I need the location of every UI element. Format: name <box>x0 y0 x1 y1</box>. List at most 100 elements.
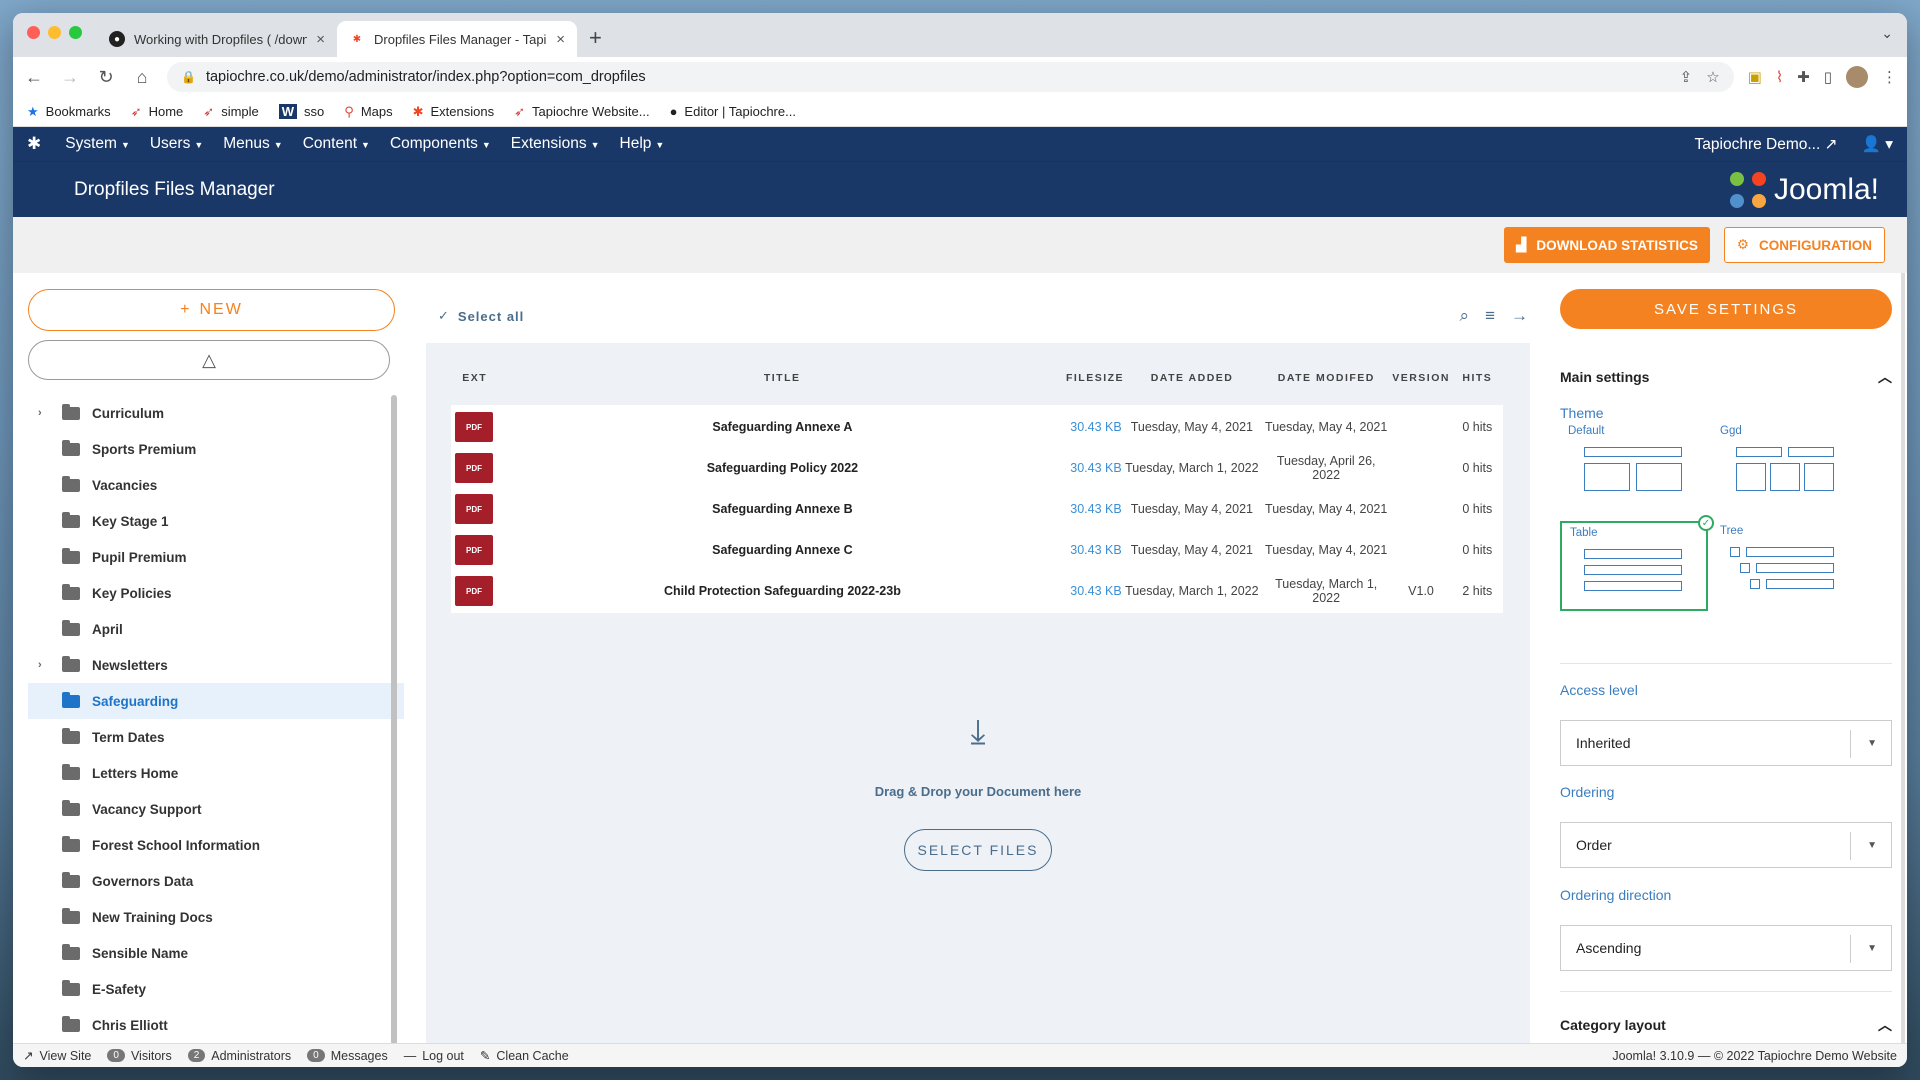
menu-content[interactable]: Content ▼ <box>303 135 370 153</box>
column-version[interactable]: VERSION <box>1390 372 1451 384</box>
access-level-select[interactable]: Inherited ▼ <box>1560 720 1892 766</box>
bookmark-item[interactable]: ✱ Extensions <box>413 104 495 120</box>
menu-users[interactable]: Users ▼ <box>150 135 203 153</box>
category-item[interactable]: Pupil Premium <box>28 539 404 575</box>
save-settings-button[interactable]: SAVE SETTINGS <box>1560 289 1892 329</box>
joomla-menu-icon[interactable]: ✱ <box>27 134 41 154</box>
column-hits[interactable]: HITS <box>1452 372 1503 384</box>
category-item[interactable]: Sensible Name <box>28 935 404 971</box>
category-item[interactable]: Key Stage 1 <box>28 503 404 539</box>
puzzle-icon[interactable]: ✚ <box>1797 68 1810 86</box>
file-row[interactable]: PDF Safeguarding Annexe A 30.43 KB Tuesday,… <box>451 405 1503 449</box>
column-title[interactable]: TITLE <box>498 372 1066 384</box>
filter-icon[interactable]: ≡ <box>1485 306 1495 326</box>
bookmark-item[interactable]: ➶ Tapiochre Website... <box>514 104 649 120</box>
administrators-status[interactable]: 2 Administrators <box>187 1049 291 1063</box>
sidebar-scrollbar[interactable] <box>391 395 397 1045</box>
forward-icon[interactable]: → <box>59 67 81 88</box>
chevron-right-icon[interactable]: › <box>38 659 54 671</box>
column-date-modified[interactable]: DATE MODIFED <box>1262 372 1390 384</box>
category-item[interactable]: April <box>28 611 404 647</box>
bookmark-item[interactable]: ⚲ Maps <box>344 104 392 120</box>
home-icon[interactable]: ⌂ <box>131 67 153 88</box>
close-tab-icon[interactable]: × <box>556 31 565 48</box>
select-all-button[interactable]: ✓ Select all <box>438 308 524 324</box>
category-item[interactable]: Term Dates <box>28 719 404 755</box>
category-item[interactable]: E-Safety <box>28 971 404 1007</box>
category-item[interactable]: Sports Premium <box>28 431 404 467</box>
bookmark-item[interactable]: ➶ simple <box>203 104 258 120</box>
menu-help[interactable]: Help ▼ <box>620 135 665 153</box>
menu-menus[interactable]: Menus ▼ <box>223 135 282 153</box>
lock-icon[interactable]: 🔒 <box>181 70 196 84</box>
column-ext[interactable]: EXT <box>451 372 498 384</box>
select-files-button[interactable]: SELECT FILES <box>904 829 1052 871</box>
search-icon[interactable]: ⌕ <box>1460 306 1470 326</box>
tab-search-icon[interactable]: ⌄ <box>1881 25 1893 42</box>
bookmark-item[interactable]: ● Editor | Tapiochre... <box>670 104 796 119</box>
logout-link[interactable]: — Log out <box>404 1049 464 1063</box>
category-item[interactable]: › Curriculum <box>28 395 404 431</box>
column-date-added[interactable]: DATE ADDED <box>1122 372 1262 384</box>
google-drive-button[interactable]: △ <box>28 340 390 380</box>
category-item[interactable]: Key Policies <box>28 575 404 611</box>
theme-tree[interactable]: Tree <box>1712 521 1860 611</box>
zoom-window-button[interactable] <box>69 26 82 39</box>
close-window-button[interactable] <box>27 26 40 39</box>
category-item[interactable]: Vacancy Support <box>28 791 404 827</box>
drop-zone[interactable]: ⤓ Drag & Drop your Document here SELECT … <box>426 713 1530 871</box>
user-menu-icon[interactable]: 👤 ▾ <box>1862 135 1893 154</box>
menu-system[interactable]: System ▼ <box>65 135 130 153</box>
file-row[interactable]: PDF Child Protection Safeguarding 2022-23… <box>451 569 1503 613</box>
visitors-status[interactable]: 0 Visitors <box>107 1049 172 1063</box>
minimize-window-button[interactable] <box>48 26 61 39</box>
clean-cache-link[interactable]: ✎ Clean Cache <box>480 1048 569 1064</box>
category-item[interactable]: Governors Data <box>28 863 404 899</box>
theme-table[interactable]: Table ✓ <box>1560 515 1714 611</box>
theme-default[interactable]: Default <box>1560 421 1708 511</box>
ordering-select[interactable]: Order ▼ <box>1560 822 1892 868</box>
messages-status[interactable]: 0 Messages <box>307 1049 388 1063</box>
browser-tab[interactable]: ● Working with Dropfiles ( /down × <box>97 21 337 57</box>
configuration-button[interactable]: ⚙ CONFIGURATION <box>1723 227 1885 263</box>
extension-icon[interactable]: ▣ <box>1748 68 1762 86</box>
category-item[interactable]: Vacancies <box>28 467 404 503</box>
bookmark-item[interactable]: ★ Bookmarks <box>27 104 111 120</box>
new-category-button[interactable]: + NEW <box>28 289 395 331</box>
category-item[interactable]: › Newsletters <box>28 647 404 683</box>
reload-icon[interactable]: ↻ <box>95 67 117 88</box>
extension-icon[interactable]: ⌇ <box>1776 68 1783 86</box>
category-item[interactable]: Forest School Information <box>28 827 404 863</box>
menu-components[interactable]: Components ▼ <box>390 135 491 153</box>
bookmark-item[interactable]: Wsso <box>278 104 324 119</box>
browser-tab-active[interactable]: ✱ Dropfiles Files Manager - Tapio × <box>337 21 577 57</box>
site-link[interactable]: Tapiochre Demo... ↗ <box>1695 135 1838 154</box>
ordering-direction-select[interactable]: Ascending ▼ <box>1560 925 1892 971</box>
bookmark-item[interactable]: ➶ Home <box>131 104 184 120</box>
category-item[interactable]: Chris Elliott <box>28 1007 404 1043</box>
file-row[interactable]: PDF Safeguarding Policy 2022 30.43 KB Tuesd… <box>451 446 1503 490</box>
sidepanel-icon[interactable]: ▯ <box>1824 68 1832 86</box>
new-tab-icon[interactable]: + <box>589 25 602 51</box>
address-bar[interactable]: 🔒 tapiochre.co.uk/demo/administrator/ind… <box>167 62 1734 92</box>
share-icon[interactable]: ⇪ <box>1680 68 1693 86</box>
menu-icon[interactable]: ⋮ <box>1882 68 1897 86</box>
menu-extensions[interactable]: Extensions ▼ <box>511 135 600 153</box>
close-tab-icon[interactable]: × <box>316 31 325 48</box>
column-filesize[interactable]: FILESIZE <box>1066 372 1123 384</box>
bookmark-star-icon[interactable]: ☆ <box>1706 68 1719 86</box>
main-settings-header[interactable]: Main settings ︿ <box>1560 367 1892 387</box>
arrow-right-icon[interactable]: → <box>1511 306 1528 326</box>
category-item[interactable]: Letters Home <box>28 755 404 791</box>
back-icon[interactable]: ← <box>23 67 45 88</box>
download-statistics-button[interactable]: ▟ DOWNLOAD STATISTICS <box>1504 227 1710 263</box>
category-layout-header[interactable]: Category layout ︿ <box>1560 1015 1892 1035</box>
file-row[interactable]: PDF Safeguarding Annexe C 30.43 KB Tuesday,… <box>451 528 1503 572</box>
view-site-link[interactable]: ↗ View Site <box>23 1048 91 1064</box>
chevron-right-icon[interactable]: › <box>38 407 54 419</box>
category-item[interactable]: Safeguarding <box>28 683 404 719</box>
file-row[interactable]: PDF Safeguarding Annexe B 30.43 KB Tuesday,… <box>451 487 1503 531</box>
profile-avatar[interactable] <box>1846 66 1868 88</box>
category-item[interactable]: New Training Docs <box>28 899 404 935</box>
theme-ggd[interactable]: Ggd <box>1712 421 1860 511</box>
